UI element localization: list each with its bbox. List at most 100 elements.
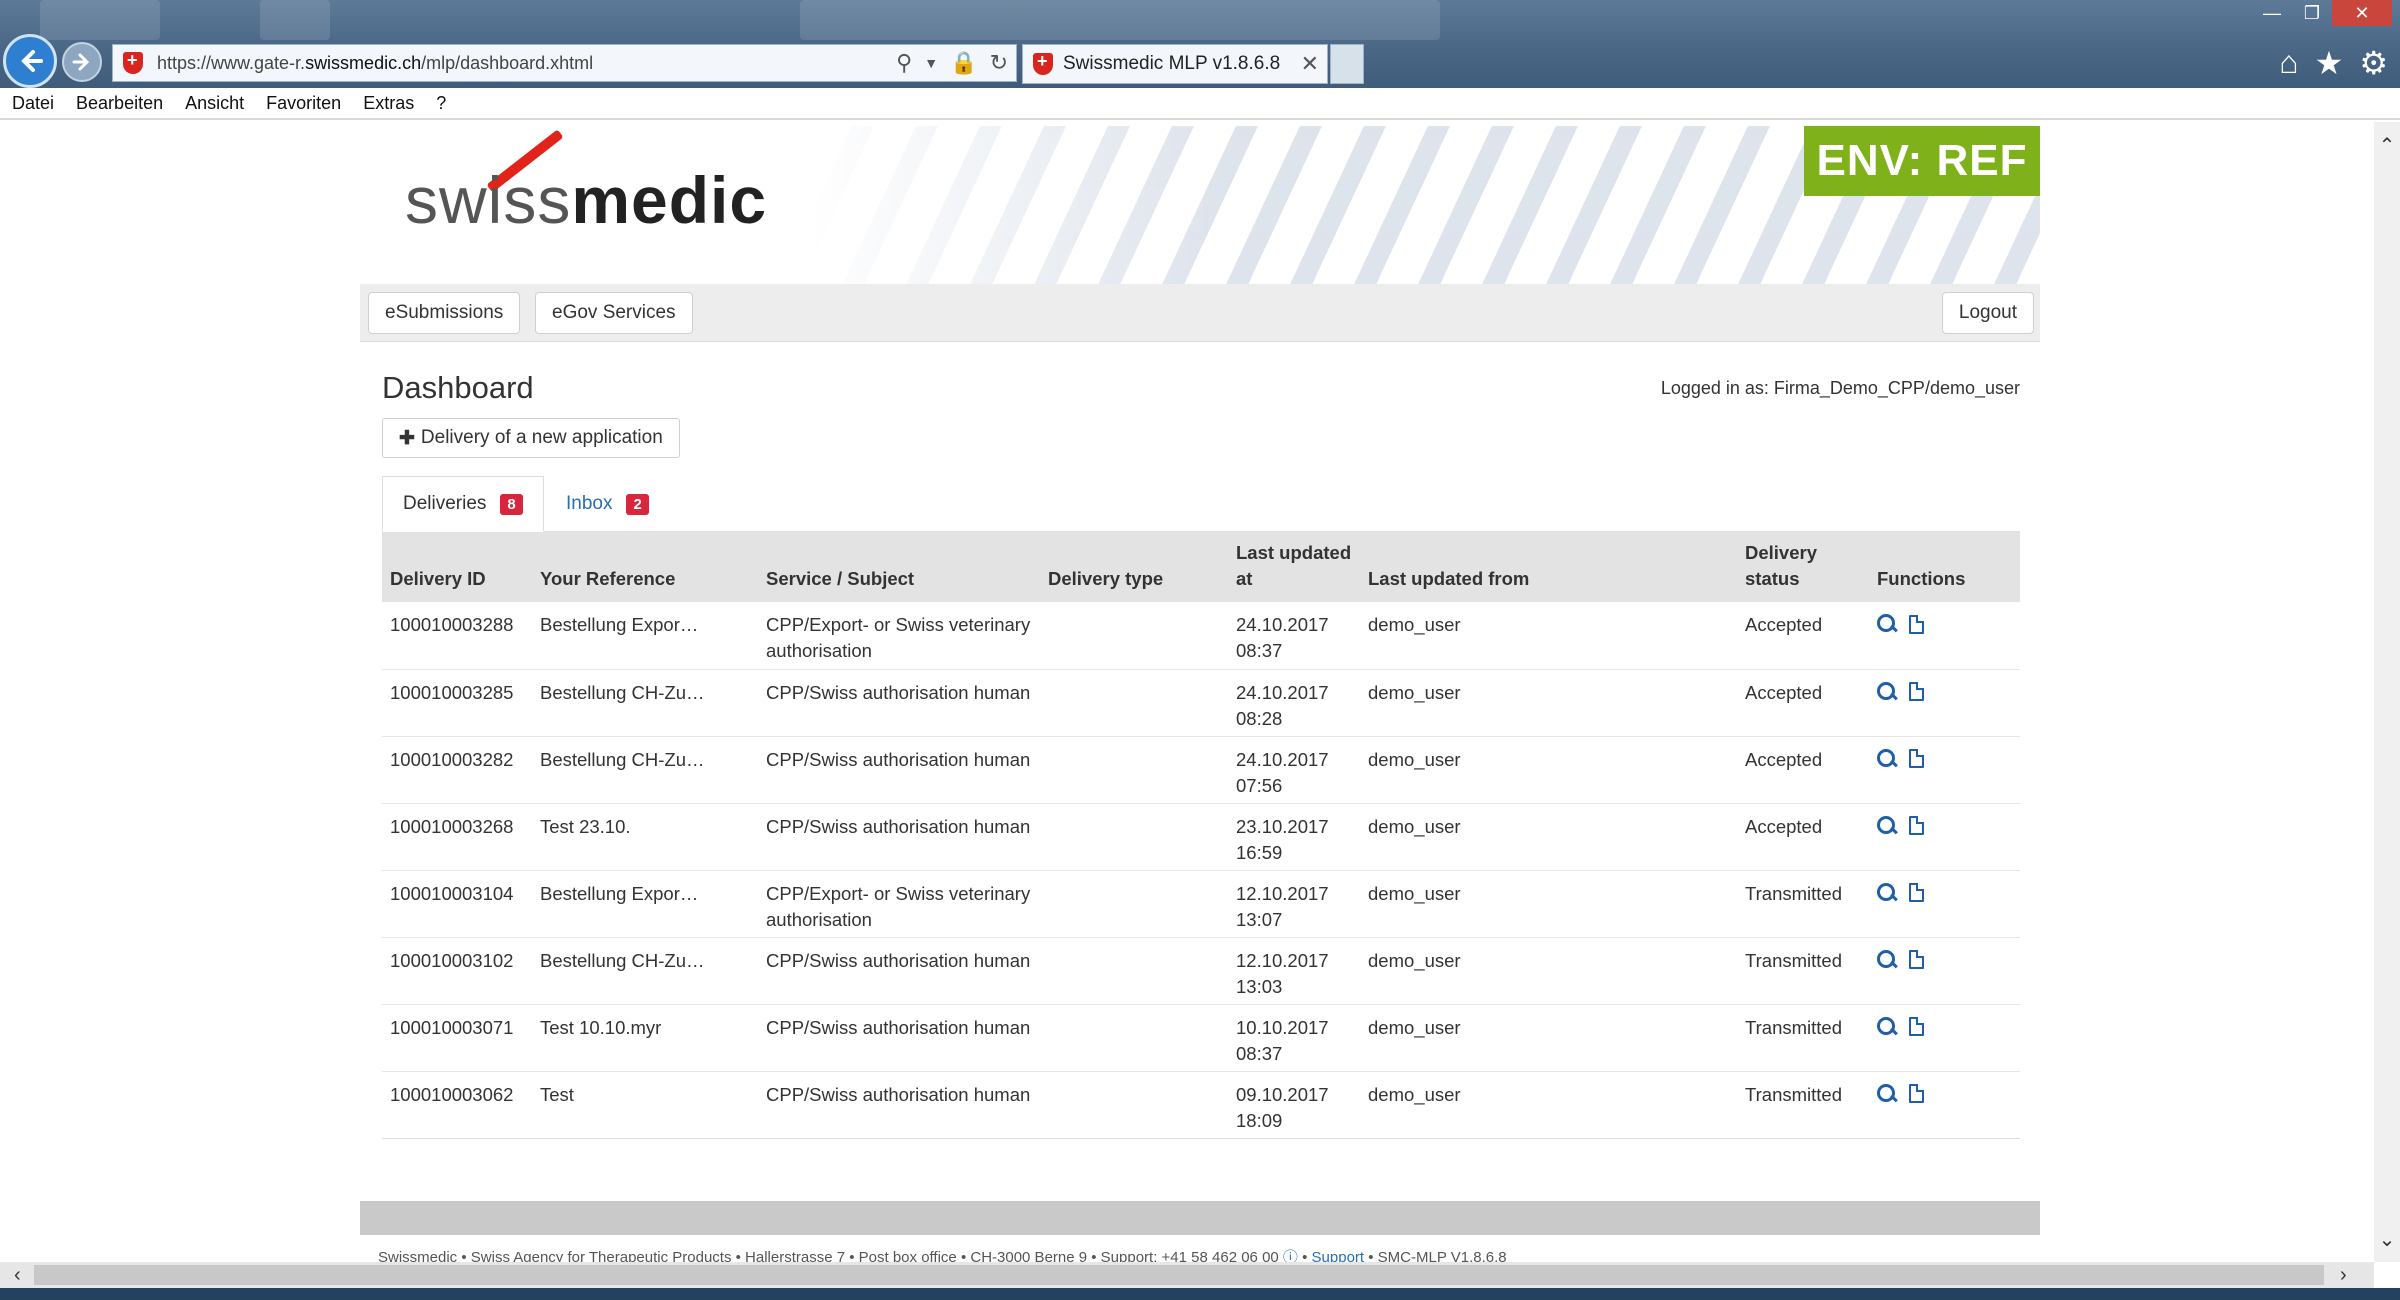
view-search-icon[interactable] [1877, 949, 1897, 970]
col-functions: Functions [1877, 568, 1966, 589]
arrow-left-icon [21, 50, 43, 72]
cell-status: Transmitted [1737, 1071, 1869, 1139]
table-row[interactable]: 100010003062 Test CPP/Swiss authorisation … [382, 1071, 2020, 1139]
col-delivery-type[interactable]: Delivery type [1040, 532, 1228, 602]
vertical-scrollbar[interactable]: ⌃ ⌄ [2374, 122, 2400, 1262]
table-row[interactable]: 100010003102 Bestellung CH-Zu… CPP/Swiss a… [382, 937, 2020, 1005]
view-search-icon[interactable] [1877, 681, 1897, 702]
refresh-icon[interactable]: ↻ [990, 50, 1008, 76]
cell-delivery-type [1040, 736, 1228, 804]
env-badge: ENV: REF [1804, 126, 2040, 196]
view-search-icon[interactable] [1877, 882, 1897, 903]
background-window [40, 0, 160, 40]
scroll-down-icon[interactable]: ⌄ [2377, 1230, 2397, 1250]
scroll-left-icon[interactable]: ‹ [14, 1264, 21, 1287]
table-row[interactable]: 100010003268 Test 23.10. CPP/Swiss authori… [382, 803, 2020, 871]
horizontal-scroll-thumb[interactable] [34, 1265, 2324, 1285]
cell-updated-from: demo_user [1360, 736, 1737, 804]
horizontal-scrollbar[interactable]: ‹ › [0, 1262, 2374, 1288]
cell-service: CPP/Export- or Swiss veterinary authoris… [758, 602, 1040, 670]
cell-delivery-type [1040, 937, 1228, 1005]
address-bar[interactable]: https://www.gate-r.swissmedic.ch/mlp/das… [112, 44, 1017, 82]
tab-deliveries[interactable]: Deliveries 8 [382, 476, 544, 532]
row-actions [1877, 612, 2012, 634]
search-icon[interactable]: ⚲ [896, 50, 912, 76]
egov-services-button[interactable]: eGov Services [535, 292, 693, 334]
browser-tab[interactable]: Swissmedic MLP v1.8.6.8 ✕ [1022, 44, 1328, 84]
cell-service: CPP/Swiss authorisation human [758, 803, 1040, 871]
col-delivery-id[interactable]: Delivery ID [382, 532, 532, 602]
forward-button[interactable] [62, 42, 102, 82]
new-application-button[interactable]: ✚ Delivery of a new application [382, 418, 680, 458]
cell-updated-at: 24.10.2017 08:37 [1228, 602, 1360, 670]
cell-delivery-id: 100010003071 [382, 1004, 532, 1072]
cell-delivery-type [1040, 803, 1228, 871]
document-icon[interactable] [1909, 682, 1924, 701]
close-window-icon[interactable]: ✕ [2332, 0, 2392, 26]
cell-delivery-type [1040, 669, 1228, 737]
back-button[interactable] [3, 34, 57, 88]
table-row[interactable]: 100010003071 Test 10.10.myr CPP/Swiss auth… [382, 1004, 2020, 1072]
col-delivery-status[interactable]: Delivery status [1737, 532, 1869, 602]
col-last-updated-at[interactable]: Last updated at [1228, 532, 1360, 602]
tab-close-icon[interactable]: ✕ [1301, 51, 1319, 77]
menu-ansicht[interactable]: Ansicht [185, 93, 244, 114]
swissmedic-logo[interactable]: swissmedic [405, 162, 767, 238]
menu-extras[interactable]: Extras [363, 93, 414, 114]
col-your-reference[interactable]: Your Reference [532, 532, 758, 602]
menu-bearbeiten[interactable]: Bearbeiten [76, 93, 163, 114]
esubmissions-button[interactable]: eSubmissions [368, 292, 521, 334]
scroll-right-icon[interactable]: › [2340, 1264, 2347, 1287]
tab-inbox[interactable]: Inbox 2 [546, 476, 669, 532]
favorites-star-icon[interactable]: ★ [2315, 44, 2344, 82]
cell-updated-at: 10.10.2017 08:37 [1228, 1004, 1360, 1072]
row-actions [1877, 747, 2012, 769]
scroll-up-icon[interactable]: ⌃ [2377, 136, 2397, 156]
view-search-icon[interactable] [1877, 1016, 1897, 1037]
menu-datei[interactable]: Datei [12, 93, 54, 114]
document-icon[interactable] [1909, 749, 1924, 768]
logged-in-info: Logged in as: Firma_Demo_CPP/demo_user [1660, 378, 2020, 398]
document-icon[interactable] [1909, 883, 1924, 902]
table-row[interactable]: 100010003288 Bestellung Expor… CPP/Export-… [382, 602, 2020, 670]
cell-functions [1869, 602, 2020, 670]
cell-status: Accepted [1737, 736, 1869, 804]
document-icon[interactable] [1909, 816, 1924, 835]
table-row[interactable]: 100010003285 Bestellung CH-Zu… CPP/Swiss a… [382, 669, 2020, 737]
dropdown-icon[interactable]: ▼ [924, 50, 938, 76]
document-icon[interactable] [1909, 1017, 1924, 1036]
cell-functions [1869, 803, 2020, 871]
inbox-count-badge: 2 [626, 493, 649, 515]
document-icon[interactable] [1909, 1084, 1924, 1103]
view-search-icon[interactable] [1877, 614, 1897, 634]
cell-service: CPP/Swiss authorisation human [758, 937, 1040, 1005]
cell-updated-at: 12.10.2017 13:03 [1228, 937, 1360, 1005]
row-actions [1877, 881, 2012, 903]
col-last-updated-from[interactable]: Last updated from [1360, 532, 1737, 602]
logo-text-medic: medic [571, 163, 768, 237]
document-icon[interactable] [1909, 614, 1924, 634]
col-service-subject[interactable]: Service / Subject [758, 532, 1040, 602]
cell-reference: Test [532, 1071, 758, 1139]
cell-reference: Bestellung Expor… [532, 602, 758, 670]
table-row[interactable]: 100010003104 Bestellung Expor… CPP/Export-… [382, 870, 2020, 938]
settings-gear-icon[interactable]: ⚙ [2359, 44, 2388, 82]
table-row[interactable]: 100010003282 Bestellung CH-Zu… CPP/Swiss a… [382, 736, 2020, 804]
menu-favoriten[interactable]: Favoriten [266, 93, 341, 114]
cell-updated-at: 24.10.2017 07:56 [1228, 736, 1360, 804]
view-search-icon[interactable] [1877, 815, 1897, 836]
cell-functions [1869, 870, 2020, 938]
new-tab-button[interactable] [1330, 44, 1364, 84]
cell-service: CPP/Swiss authorisation human [758, 1071, 1040, 1139]
lock-icon[interactable]: 🔒 [950, 50, 977, 76]
document-icon[interactable] [1909, 950, 1924, 969]
logout-button[interactable]: Logout [1941, 292, 2034, 334]
dashboard-tabs: Deliveries 8 Inbox 2 [382, 476, 2020, 532]
browser-menubar: Datei Bearbeiten Ansicht Favoriten Extra… [0, 88, 2400, 120]
view-search-icon[interactable] [1877, 1083, 1897, 1104]
menu-help[interactable]: ? [436, 93, 446, 114]
minimize-icon[interactable]: — [2252, 0, 2292, 26]
view-search-icon[interactable] [1877, 748, 1897, 769]
restore-icon[interactable]: ❐ [2292, 0, 2332, 26]
home-icon[interactable]: ⌂ [2279, 44, 2298, 82]
